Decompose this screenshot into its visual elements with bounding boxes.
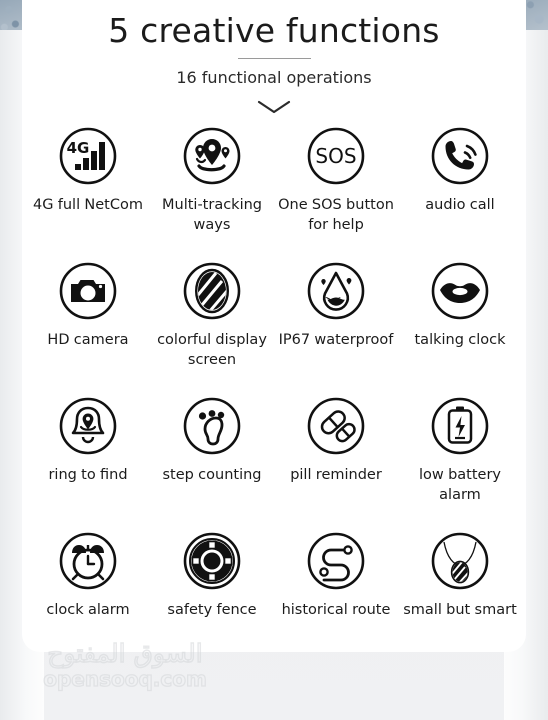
bell-locate-icon bbox=[57, 395, 119, 457]
svg-text:4G: 4G bbox=[67, 139, 90, 157]
lips-icon bbox=[429, 260, 491, 322]
feature-item-display-screen[interactable]: colorful display screen bbox=[150, 260, 274, 395]
feature-item-multi-tracking[interactable]: Multi-tracking ways bbox=[150, 125, 274, 260]
feature-label: small but smart bbox=[403, 602, 517, 619]
necklace-pendant-icon bbox=[429, 530, 491, 592]
feature-label: clock alarm bbox=[46, 602, 130, 619]
battery-low-icon bbox=[429, 395, 491, 457]
map-pins-icon bbox=[181, 125, 243, 187]
signal-4g-icon: 4G bbox=[57, 125, 119, 187]
alarm-clock-icon bbox=[57, 530, 119, 592]
feature-item-waterproof[interactable]: IP67 waterproof bbox=[274, 260, 398, 395]
feature-label: 4G full NetCom bbox=[32, 197, 143, 214]
pills-icon bbox=[305, 395, 367, 457]
svg-text:SOS: SOS bbox=[315, 144, 356, 168]
feature-item-4g[interactable]: 4G 4G full NetCom bbox=[26, 125, 150, 260]
sos-icon: SOS bbox=[305, 125, 367, 187]
feature-item-step-counting[interactable]: step counting bbox=[150, 395, 274, 530]
feature-label: safety fence bbox=[167, 602, 257, 619]
page-subtitle: 16 functional operations bbox=[176, 68, 372, 88]
feature-item-clock-alarm[interactable]: clock alarm bbox=[26, 530, 150, 652]
feature-label: talking clock bbox=[414, 332, 506, 349]
feature-label: historical route bbox=[281, 602, 391, 619]
feature-item-small-but-smart[interactable]: small but smart bbox=[398, 530, 522, 652]
feature-label: colorful display screen bbox=[157, 332, 267, 368]
footprint-icon bbox=[181, 395, 243, 457]
feature-card: 5 creative functions 16 functional opera… bbox=[22, 0, 526, 652]
page-title: 5 creative functions bbox=[108, 11, 440, 50]
display-screen-icon bbox=[181, 260, 243, 322]
feature-item-safety-fence[interactable]: safety fence bbox=[150, 530, 274, 652]
feature-item-ring-to-find[interactable]: ring to find bbox=[26, 395, 150, 530]
feature-label: One SOS button for help bbox=[278, 197, 394, 233]
feature-grid: 4G 4G full NetCom Multi-tracking ways SO… bbox=[22, 119, 526, 652]
feature-item-low-battery[interactable]: low battery alarm bbox=[398, 395, 522, 530]
feature-label: low battery alarm bbox=[419, 467, 501, 503]
feature-label: step counting bbox=[162, 467, 262, 484]
feature-item-audio-call[interactable]: audio call bbox=[398, 125, 522, 260]
feature-item-talking-clock[interactable]: talking clock bbox=[398, 260, 522, 395]
feature-item-pill-reminder[interactable]: pill reminder bbox=[274, 395, 398, 530]
chevron-down-icon bbox=[256, 99, 292, 119]
feature-item-hd-camera[interactable]: HD camera bbox=[26, 260, 150, 395]
geofence-icon bbox=[181, 530, 243, 592]
camera-icon bbox=[57, 260, 119, 322]
route-path-icon bbox=[305, 530, 367, 592]
feature-item-historical-route[interactable]: historical route bbox=[274, 530, 398, 652]
feature-item-sos[interactable]: SOS One SOS button for help bbox=[274, 125, 398, 260]
phone-call-icon bbox=[429, 125, 491, 187]
feature-label: Multi-tracking ways bbox=[162, 197, 262, 233]
title-divider bbox=[237, 58, 311, 60]
feature-label: IP67 waterproof bbox=[278, 332, 394, 349]
water-drop-icon bbox=[305, 260, 367, 322]
feature-label: audio call bbox=[425, 197, 495, 214]
feature-label: HD camera bbox=[47, 332, 129, 349]
feature-label: pill reminder bbox=[290, 467, 382, 484]
feature-label: ring to find bbox=[48, 467, 128, 484]
